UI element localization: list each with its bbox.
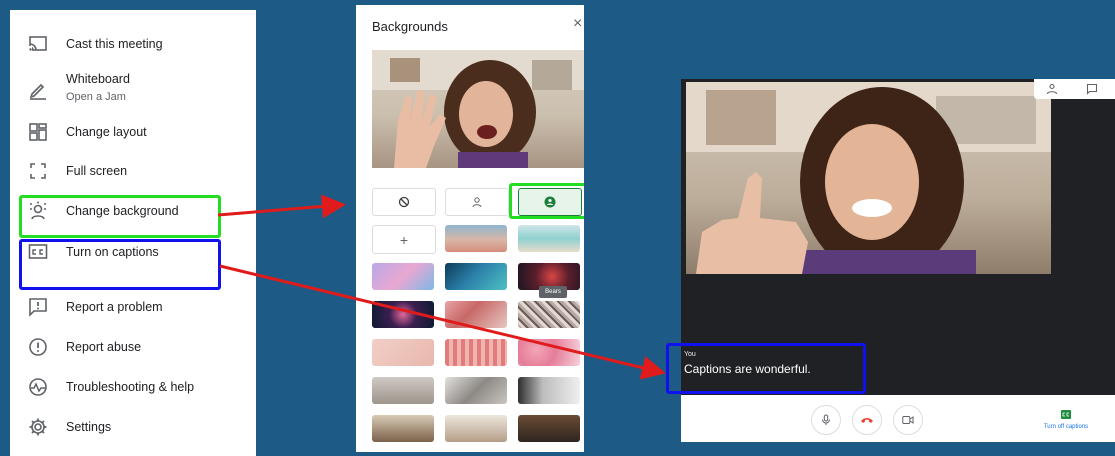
arrow-to-captions [219,264,666,380]
arrows-overlay [217,194,666,380]
arrow-to-background-options [217,194,346,219]
